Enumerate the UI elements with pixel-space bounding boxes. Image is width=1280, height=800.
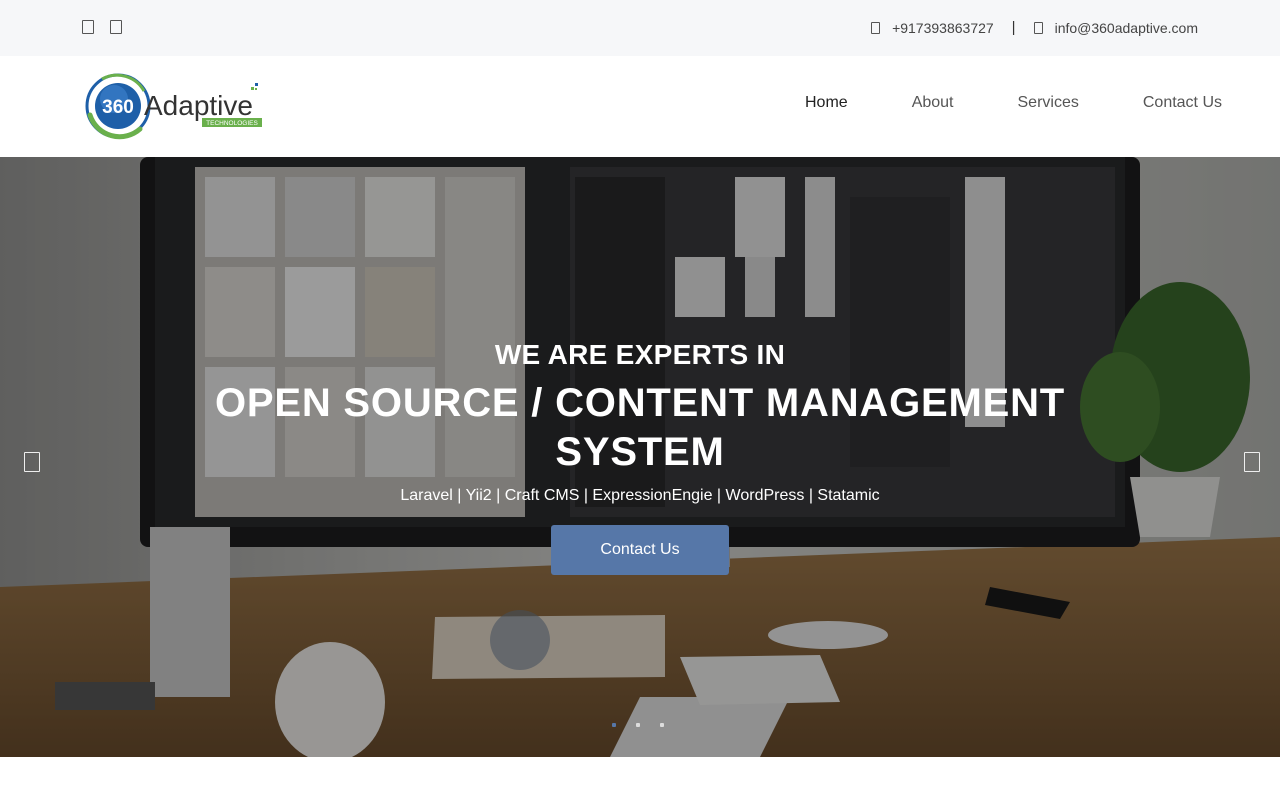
hero-tech-list: Laravel | Yii2 | Craft CMS | ExpressionE… (400, 487, 880, 504)
hero-kicker: WE ARE EXPERTS IN (494, 339, 786, 370)
slider-dot[interactable] (636, 723, 640, 727)
twitter-icon[interactable] (110, 20, 122, 34)
email-icon (1033, 21, 1043, 34)
social-links (82, 20, 122, 34)
facebook-icon[interactable] (82, 20, 94, 34)
slider-dot[interactable] (660, 723, 664, 727)
slider-next-arrow-icon[interactable] (1244, 452, 1260, 472)
nav-about[interactable]: About (912, 94, 954, 112)
site-header: 360 Adaptive TECHNOLOGIES Home About Ser… (0, 56, 1280, 157)
nav-home[interactable]: Home (805, 94, 848, 112)
contact-info: +917393863727 | info@360adaptive.com (871, 19, 1198, 36)
phone-icon (871, 21, 881, 34)
company-logo[interactable]: 360 Adaptive TECHNOLOGIES (82, 71, 264, 141)
contact-separator: | (1011, 19, 1016, 36)
logo-name: Adaptive (144, 90, 253, 121)
hero-slider: WE ARE EXPERTS IN OPEN SOURCE / CONTENT … (0, 157, 1280, 757)
nav-services[interactable]: Services (1018, 94, 1079, 112)
hero-headline: OPEN SOURCE / CONTENT MANAGEMENT SYSTEM (214, 381, 1066, 474)
logo-tagline: TECHNOLOGIES (206, 120, 258, 127)
main-nav: Home About Services Contact Us (741, 94, 1222, 112)
hero-contact-us-button[interactable]: Contact Us (551, 525, 729, 575)
slider-dot[interactable] (612, 723, 616, 727)
email-address[interactable]: info@360adaptive.com (1055, 20, 1198, 36)
nav-contact-us[interactable]: Contact Us (1143, 94, 1222, 112)
phone-number[interactable]: +917393863727 (892, 20, 994, 36)
slider-indicators (612, 723, 664, 727)
top-bar: +917393863727 | info@360adaptive.com (0, 0, 1280, 56)
logo-number: 360 (102, 97, 134, 118)
slider-prev-arrow-icon[interactable] (24, 452, 40, 472)
